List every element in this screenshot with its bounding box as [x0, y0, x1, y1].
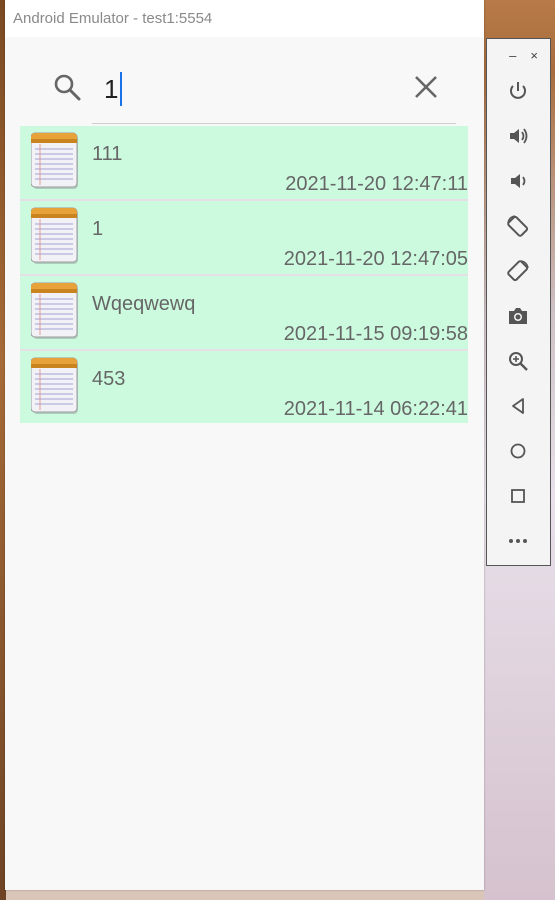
note-date: 2021-11-20 12:47:05 [283, 248, 468, 270]
overview-icon[interactable] [506, 484, 530, 508]
camera-icon[interactable] [506, 304, 530, 328]
note-title: 1 [92, 218, 104, 240]
rotate-right-icon[interactable] [506, 259, 530, 283]
search-underline [92, 123, 456, 124]
volume-down-icon[interactable] [506, 169, 530, 193]
window-title: Android Emulator - test1:5554 [13, 10, 213, 27]
note-title: 453 [92, 368, 126, 390]
search-bar: 1 [5, 37, 484, 125]
notepad-icon [31, 357, 80, 415]
note-date: 2021-11-20 12:47:11 [285, 173, 468, 195]
note-title: 111 [92, 143, 123, 165]
more-icon[interactable] [506, 529, 530, 553]
rotate-left-icon[interactable] [506, 214, 530, 238]
text-cursor [120, 72, 123, 106]
close-button[interactable]: × [530, 48, 538, 63]
search-input-text: 1 [104, 73, 119, 104]
emulator-window: Android Emulator - test1:5554 1 111 2021… [5, 0, 484, 890]
power-icon[interactable] [506, 79, 530, 103]
emulator-side-toolbar: – × [486, 38, 551, 566]
minimize-button[interactable]: – [509, 48, 516, 63]
toolbar-window-controls: – × [487, 39, 550, 71]
notepad-icon [31, 207, 80, 265]
home-icon[interactable] [506, 439, 530, 463]
notepad-icon [31, 282, 80, 340]
volume-up-icon[interactable] [506, 124, 530, 148]
window-titlebar[interactable]: Android Emulator - test1:5554 [5, 0, 484, 37]
search-input[interactable]: 1 [104, 70, 384, 108]
note-date: 2021-11-15 09:19:58 [283, 323, 468, 345]
notepad-icon [31, 132, 80, 190]
list-item[interactable]: 111 2021-11-20 12:47:11 [20, 126, 468, 201]
back-icon[interactable] [506, 394, 530, 418]
search-icon[interactable] [53, 73, 81, 101]
close-icon[interactable] [413, 74, 439, 100]
notes-list: 111 2021-11-20 12:47:11 1 2021-11-20 12:… [20, 126, 468, 423]
list-item[interactable]: Wqeqwewq 2021-11-15 09:19:58 [20, 276, 468, 351]
zoom-icon[interactable] [506, 349, 530, 373]
note-date: 2021-11-14 06:22:41 [283, 398, 468, 420]
note-title: Wqeqwewq [92, 293, 196, 315]
list-item[interactable]: 1 2021-11-20 12:47:05 [20, 201, 468, 276]
list-item[interactable]: 453 2021-11-14 06:22:41 [20, 351, 468, 423]
